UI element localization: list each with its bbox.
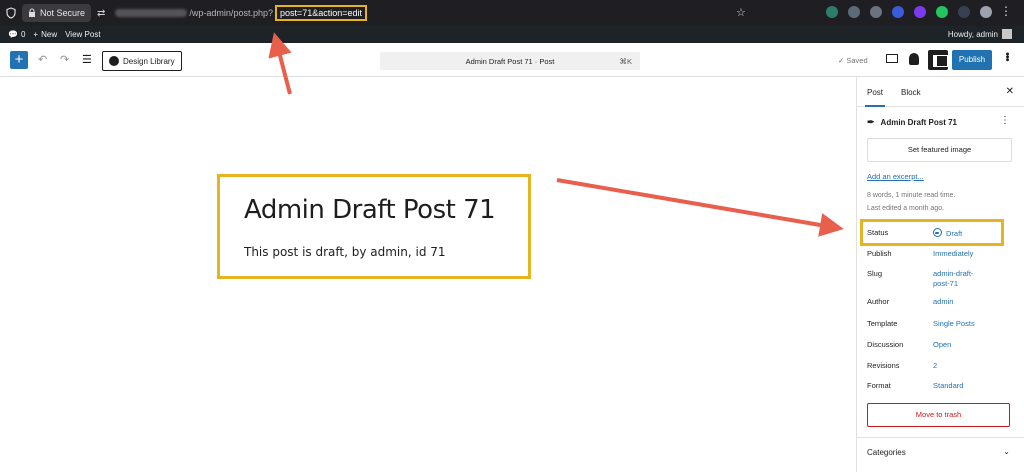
browser-address-bar: Not Secure ⇄ /wp-admin/post.php? post=71… [0, 0, 1024, 26]
comments-link[interactable]: 💬 0 [8, 30, 25, 39]
extension-icon[interactable] [826, 6, 838, 18]
document-title: Admin Draft Post 71 · Post [465, 57, 555, 66]
status-value[interactable]: Draft [933, 228, 1013, 239]
meta-label: Author [867, 297, 890, 306]
post-card-title-text: Admin Draft Post 71 [880, 118, 958, 127]
move-to-trash-button[interactable]: Move to trash [867, 403, 1010, 427]
avatar [1002, 29, 1012, 39]
extension-icon[interactable] [892, 6, 904, 18]
meta-label: Revisions [867, 361, 900, 370]
last-edited: Last edited a month ago. [867, 205, 945, 212]
post-content-highlight: Admin Draft Post 71 This post is draft, … [217, 174, 531, 279]
howdy-label: Howdy, admin [947, 29, 998, 39]
add-excerpt-link[interactable]: Add an excerpt... [867, 172, 924, 181]
block-inserter-button[interactable]: + [10, 51, 28, 69]
wp-admin-bar: 💬 0 + New View Post Howdy, admin [0, 26, 1024, 43]
revisions-value[interactable]: 2 [933, 361, 1013, 371]
undo-icon[interactable]: ↶ [38, 53, 47, 66]
status-value-text: Draft [946, 229, 963, 238]
comments-count: 0 [20, 30, 26, 39]
document-overview-icon[interactable]: ☰ [82, 53, 92, 66]
close-icon[interactable]: ✕ [1006, 86, 1014, 97]
tab-post[interactable]: Post [864, 88, 886, 107]
blurred-host [115, 9, 188, 17]
new-content-link[interactable]: + New [33, 30, 57, 39]
design-library-label: Design Library [123, 56, 175, 66]
browser-menu-icon[interactable]: ⋮ [1000, 4, 1012, 18]
keyboard-shortcut: ⌘K [619, 57, 632, 66]
extension-icon[interactable] [914, 6, 926, 18]
shield-icon [6, 7, 16, 19]
discussion-value[interactable]: Open [933, 340, 1013, 350]
ai-assistant-icon[interactable] [909, 53, 919, 65]
comment-icon: 💬 [8, 30, 18, 39]
chevron-down-icon: ⌄ [1003, 447, 1010, 456]
view-post-link[interactable]: View Post [65, 30, 100, 39]
extension-icon[interactable] [848, 6, 860, 18]
new-label: New [41, 30, 58, 39]
feather-icon: ✒ [867, 117, 875, 127]
publish-value[interactable]: Immediately [933, 249, 1013, 259]
extension-icon[interactable] [980, 6, 992, 18]
bookmark-star-icon[interactable]: ☆ [736, 6, 746, 19]
draft-icon [933, 228, 942, 237]
categories-panel-toggle[interactable]: Categories ⌄ [857, 437, 1024, 465]
design-library-icon [109, 56, 119, 66]
read-time: 8 words, 1 minute read time. [867, 192, 956, 199]
set-featured-image-button[interactable]: Set featured image [867, 138, 1012, 162]
post-paragraph[interactable]: This post is draft, by admin, id 71 [244, 245, 446, 259]
template-value[interactable]: Single Posts [933, 319, 1013, 329]
extension-icon[interactable] [958, 6, 970, 18]
editor-canvas[interactable]: Admin Draft Post 71 This post is draft, … [0, 77, 856, 472]
meta-label: Format [867, 381, 891, 390]
plus-icon: + [33, 30, 39, 39]
extension-icon[interactable] [936, 6, 948, 18]
sidebar-tabs: Post Block ✕ [857, 77, 1024, 107]
view-icon[interactable] [886, 54, 898, 63]
settings-sidebar: Post Block ✕ ✒ Admin Draft Post 71 ⋮ Set… [856, 77, 1024, 472]
settings-toggle-button[interactable] [928, 50, 948, 70]
site-settings-icon[interactable]: ⇄ [97, 8, 105, 19]
options-menu-icon[interactable]: ••• [1001, 52, 1013, 61]
design-library-button[interactable]: Design Library [102, 51, 182, 71]
post-actions-icon[interactable]: ⋮ [1000, 115, 1010, 126]
format-value[interactable]: Standard [933, 381, 1013, 391]
account-menu[interactable]: Howdy, admin [948, 29, 1012, 39]
meta-label: Publish [867, 249, 892, 258]
url-path[interactable]: /wp-admin/post.php? [189, 8, 273, 18]
publish-button[interactable]: Publish [952, 50, 992, 70]
post-title[interactable]: Admin Draft Post 71 [244, 195, 496, 225]
slug-value[interactable]: admin-draft-post-71 [933, 269, 985, 289]
security-indicator[interactable]: Not Secure [22, 4, 92, 22]
tab-block[interactable]: Block [901, 88, 921, 97]
extensions-bar [826, 6, 992, 18]
meta-label: Status [867, 228, 889, 237]
command-palette-button[interactable]: Admin Draft Post 71 · Post ⌘K [380, 52, 640, 70]
editor-toolbar: + ↶ ↷ ☰ Design Library Admin Draft Post … [0, 43, 1024, 77]
url-query-highlight[interactable]: post=71&action=edit [274, 5, 368, 21]
post-card-title: ✒ Admin Draft Post 71 [867, 117, 957, 128]
meta-label: Slug [867, 269, 883, 278]
lock-icon [29, 8, 35, 17]
author-value[interactable]: admin [933, 297, 1013, 307]
redo-icon[interactable]: ↷ [60, 53, 69, 66]
saved-status: ✓ Saved [838, 56, 868, 65]
extension-icon[interactable] [870, 6, 882, 18]
meta-label: Discussion [867, 340, 904, 349]
saved-label: Saved [846, 56, 868, 65]
meta-label: Template [867, 319, 898, 328]
security-label: Not Secure [40, 8, 86, 18]
categories-label: Categories [867, 448, 906, 457]
